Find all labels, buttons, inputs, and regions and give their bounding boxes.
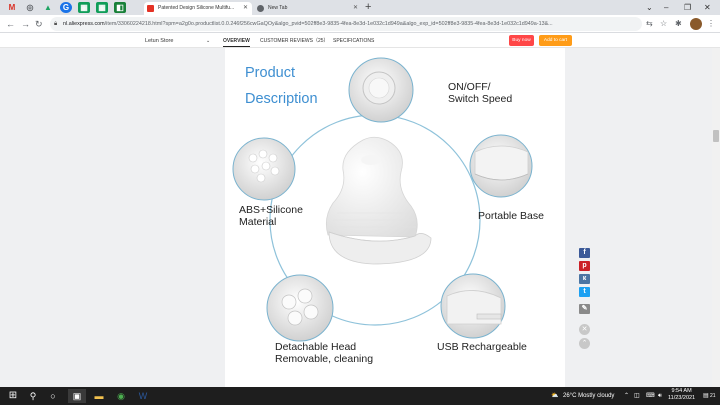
pinterest-share-icon[interactable]: p (579, 261, 590, 271)
tab-search-icon[interactable]: ⌄ (646, 0, 653, 15)
scroll-top-icon[interactable]: ⌃ (579, 338, 590, 349)
chrome-taskbar-icon[interactable]: ◉ (114, 389, 128, 403)
clock-date: 11/23/2021 (668, 395, 696, 401)
feature-usb: USB Rechargeable (437, 341, 527, 353)
feature-detachable-line2: Removable, cleaning (275, 353, 374, 365)
minimize-icon[interactable]: – (664, 0, 668, 15)
drive-icon[interactable]: ▲ (42, 2, 54, 13)
buy-now-button[interactable]: Buy now (509, 35, 534, 46)
classroom-icon[interactable]: ◧ (114, 2, 126, 13)
feature-onoff-line2: Switch Speed (448, 93, 513, 105)
menu-kebab-icon[interactable]: ⋮ (707, 17, 715, 31)
address-bar[interactable]: 🔒︎ nl.aliexpress.com/item/33060224218.ht… (50, 17, 642, 31)
scrollbar-thumb[interactable] (713, 130, 719, 142)
tab-overview[interactable]: OVERVIEW (223, 36, 250, 47)
feature-onoff-line1: ON/OFF/ (448, 81, 491, 93)
new-tab-button[interactable]: + (365, 0, 371, 15)
edit-icon[interactable]: ✎ (579, 304, 590, 314)
tab-customer-reviews[interactable]: CUSTOMER REVIEWS（25） (260, 36, 329, 46)
lock-icon: 🔒︎ (54, 21, 58, 27)
network-icon[interactable]: ◫ (634, 387, 640, 405)
aliexpress-favicon-icon (147, 5, 154, 12)
search-icon[interactable]: ⚲ (26, 389, 40, 403)
notifications-icon[interactable]: ▤ (703, 387, 709, 405)
detachable-heads-closeup (266, 274, 334, 342)
usb-port-closeup (440, 273, 506, 339)
facebook-share-icon[interactable]: f (579, 248, 590, 258)
massager-product (325, 136, 432, 265)
close-icon[interactable]: ✕ (579, 324, 590, 335)
feature-portable: Portable Base (478, 210, 544, 222)
volume-icon[interactable]: 🔊︎ (658, 387, 662, 405)
weather-text[interactable]: 26°C Mostly cloudy (563, 387, 614, 405)
gmail-icon[interactable]: M (6, 2, 18, 13)
translate-icon[interactable]: ⇆ (646, 17, 653, 31)
sheets-icon[interactable]: ▦ (96, 2, 108, 13)
keyboard-icon[interactable]: ⌨ (646, 387, 655, 405)
twitter-share-icon[interactable]: t (579, 287, 590, 297)
file-explorer-icon[interactable]: ▬ (92, 389, 106, 403)
url-path: /item/33060224218.html?spm=a2g0o.product… (104, 21, 553, 27)
restore-icon[interactable]: ❐ (684, 0, 691, 15)
circle-g-icon[interactable]: G (60, 2, 72, 13)
close-tab-icon[interactable]: ✕ (243, 2, 248, 15)
feature-abs-line2: Material (239, 216, 277, 228)
power-button-closeup (348, 57, 414, 123)
store-name[interactable]: Letun Store (145, 36, 173, 46)
tab-title: Patented Design Silicone Multifu... (158, 5, 235, 11)
tab-aliexpress-product[interactable]: Patented Design Silicone Multifu... ✕ (144, 2, 252, 15)
chevron-down-icon[interactable]: ⌄ (206, 36, 210, 46)
product-title-line2: Description (237, 88, 337, 110)
tab-title: New Tab (268, 5, 288, 11)
chrome-icon[interactable]: ◎ (24, 2, 36, 13)
weather-icon[interactable]: ⛅ (551, 387, 558, 405)
url-host: nl.aliexpress.com (63, 21, 105, 27)
windows-start-icon[interactable]: ⊞ (6, 389, 20, 403)
cortana-icon[interactable]: ○ (46, 389, 60, 403)
page-scrollbar[interactable] (712, 48, 720, 387)
task-view-icon[interactable]: ▣ (68, 389, 86, 403)
feature-abs-line1: ABS+Silicone (239, 204, 303, 216)
product-title-line1: Product (237, 62, 337, 84)
clock-time: 9:54 AM (671, 388, 692, 394)
tab-new-tab[interactable]: New Tab ✕ (254, 2, 362, 15)
feature-detachable-line1: Detachable Head (275, 341, 357, 353)
forward-icon[interactable]: → (21, 15, 30, 33)
bookmark-star-icon[interactable]: ☆ (660, 17, 667, 31)
tab-specifications[interactable]: SPECIFICATIONS (333, 36, 374, 46)
system-clock[interactable]: 9:54 AM 11/23/2021 (668, 388, 695, 402)
sheets-icon[interactable]: ▦ (78, 2, 90, 13)
back-icon[interactable]: ← (6, 15, 15, 33)
vk-share-icon[interactable]: к (579, 274, 590, 284)
notification-count: 21 (710, 393, 716, 399)
reload-icon[interactable]: ↻ (35, 15, 43, 33)
profile-avatar[interactable] (690, 18, 702, 30)
close-tab-icon[interactable]: ✕ (353, 2, 358, 15)
silicone-head-closeup (232, 137, 296, 201)
base-closeup (469, 134, 533, 198)
chrome-favicon-icon (257, 5, 264, 12)
word-icon[interactable]: W (136, 389, 150, 403)
tray-chevron-icon[interactable]: ⌃ (624, 387, 629, 405)
extensions-icon[interactable]: ✱ (675, 17, 682, 31)
close-window-icon[interactable]: ✕ (704, 0, 711, 15)
add-to-cart-button[interactable]: Add to cart (539, 35, 572, 46)
